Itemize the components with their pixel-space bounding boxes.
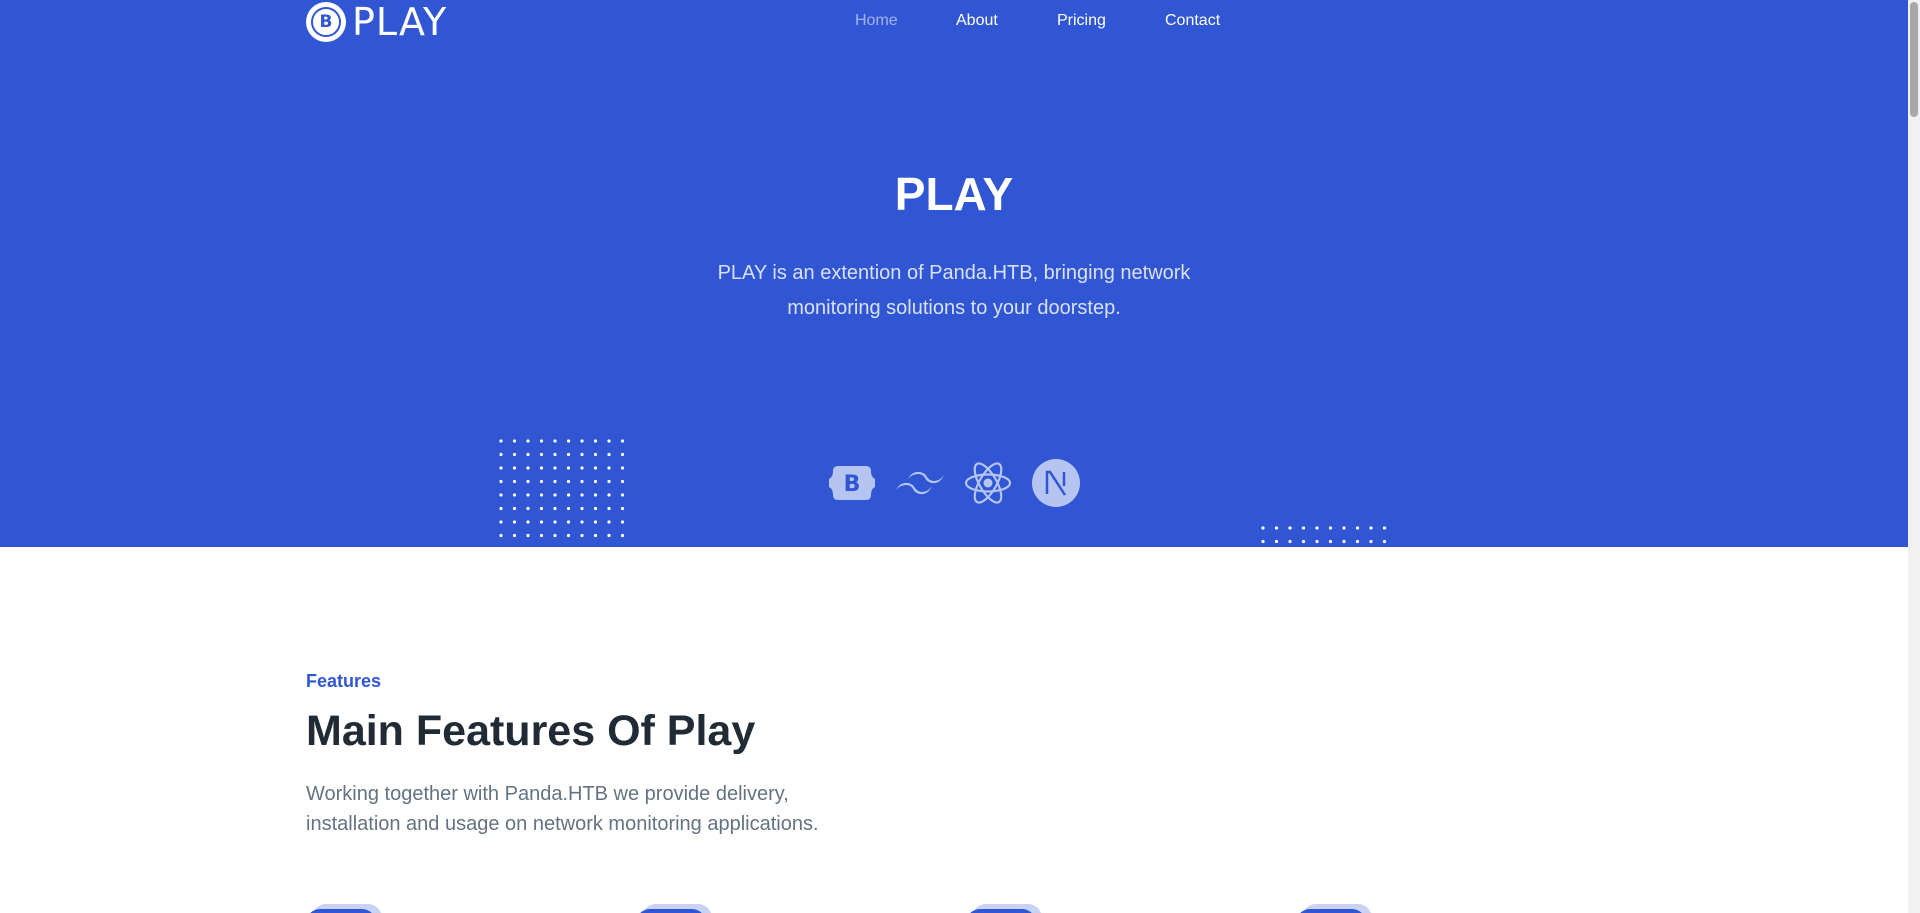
dots-pattern-right xyxy=(1261,526,1387,544)
brand-logo[interactable]: B PLAY xyxy=(306,2,447,42)
feature-card-icon xyxy=(306,898,396,913)
page-viewport: B PLAY Home About Pricing Contact PLAY P… xyxy=(0,0,1908,913)
feature-card-icon xyxy=(1296,898,1386,913)
features-tag: Features xyxy=(306,671,382,691)
feature-card-icon xyxy=(966,898,1056,913)
hero-subtitle: PLAY is an extention of Panda.HTB, bring… xyxy=(717,262,1191,319)
nav-item-pricing[interactable]: Pricing xyxy=(1057,9,1106,33)
logo-icon: B xyxy=(306,2,346,42)
hero-title: PLAY xyxy=(894,168,1014,220)
brand-name: PLAY xyxy=(352,0,448,44)
nav-item-home[interactable]: Home xyxy=(855,9,898,33)
dots-pattern-left xyxy=(499,439,625,538)
hero-section: B PLAY Home About Pricing Contact PLAY P… xyxy=(0,0,1908,547)
bootstrap-icon[interactable]: B xyxy=(828,459,876,507)
feature-card-icon xyxy=(636,898,726,913)
features-title: Main Features Of Play xyxy=(306,707,756,755)
tech-icons: B xyxy=(828,459,1080,507)
nav-item-contact[interactable]: Contact xyxy=(1165,9,1220,33)
logo-letter: B xyxy=(311,7,341,37)
nextjs-icon[interactable] xyxy=(1032,459,1080,507)
vertical-scrollbar[interactable] xyxy=(1908,0,1920,913)
tailwind-icon[interactable] xyxy=(896,459,944,507)
features-description: Working together with Panda.HTB we provi… xyxy=(306,783,819,835)
scrollbar-thumb[interactable] xyxy=(1910,2,1918,117)
react-icon[interactable] xyxy=(964,459,1012,507)
svg-text:B: B xyxy=(844,472,861,497)
nav-item-about[interactable]: About xyxy=(956,9,998,33)
